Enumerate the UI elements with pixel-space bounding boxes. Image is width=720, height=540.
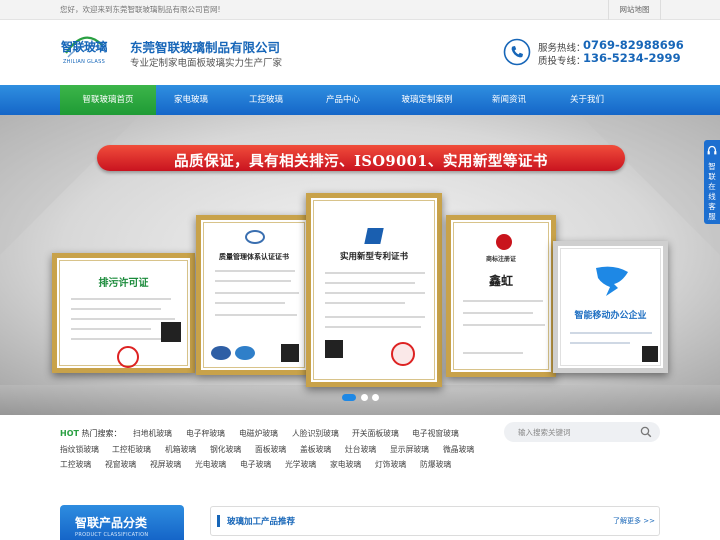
hot-tag[interactable]: 家电玻璃 — [330, 459, 361, 470]
hot-tag[interactable]: 开关面板玻璃 — [352, 428, 399, 439]
hot-tag[interactable]: 盖板玻璃 — [300, 444, 331, 455]
logo-subtext: ZHILIAN GLASS — [62, 59, 106, 65]
search-icon[interactable] — [640, 426, 652, 438]
certificate-title: 智能移动办公企业 — [574, 311, 647, 321]
product-category-header: 智联产品分类 PRODUCT CLASSIFICATION — [60, 505, 184, 540]
hot-tag[interactable]: 电子视窗玻璃 — [412, 428, 459, 439]
nav-item-industrial-glass[interactable]: 工控玻璃 — [230, 85, 302, 115]
recommended-products-title: 玻璃加工产品推荐 — [227, 517, 296, 527]
product-category-title: 智联产品分类 — [75, 516, 148, 530]
company-name: 东莞智联玻璃制品有限公司 — [130, 40, 281, 55]
nav-item-home[interactable]: 智联玻璃首页 — [60, 85, 156, 115]
welcome-text: 您好，欢迎来到东莞智联玻璃制品有限公司官网! — [60, 5, 221, 14]
sitemap-link[interactable]: 网站地图 — [608, 0, 661, 20]
phone-icon — [503, 38, 531, 66]
logo-text: 智联玻璃 — [60, 40, 108, 54]
certificate-title: 质量管理体系认证证书 — [219, 252, 289, 261]
hot-tag[interactable]: 面板玻璃 — [255, 444, 286, 455]
online-service-label: 智联在线客服 — [708, 162, 716, 221]
hot-tag[interactable]: 电子玻璃 — [240, 459, 271, 470]
hot-tag[interactable]: 电子秤玻璃 — [186, 428, 225, 439]
section-marker — [217, 515, 220, 527]
slider-dot[interactable] — [361, 394, 368, 401]
hot-tag[interactable]: 工控玻璃 — [60, 459, 91, 470]
company-slogan: 专业定制家电面板玻璃实力生产厂家 — [130, 58, 283, 69]
search-input[interactable]: 输入搜索关键词 — [518, 427, 571, 438]
hero-banner[interactable]: 品质保证，具有相关排污、ISO9001、实用新型等证书 排污许可证 质量管理体系… — [0, 115, 720, 415]
banner-headline: 品质保证，具有相关排污、ISO9001、实用新型等证书 — [174, 153, 548, 170]
certificate-title: 实用新型专利证书 — [339, 252, 408, 262]
hot-tag[interactable]: 人脸识别玻璃 — [292, 428, 339, 439]
certificate-iso9001: 质量管理体系认证证书 — [196, 215, 312, 375]
slider-dot[interactable] — [372, 394, 379, 401]
certificate-pollutant-permit: 排污许可证 — [52, 253, 195, 373]
hot-tag[interactable]: 显示屏玻璃 — [390, 444, 429, 455]
hot-search-section: HOT 热门搜索： 扫地机玻璃 电子秤玻璃 电磁炉玻璃 人脸识别玻璃 开关面板玻… — [0, 415, 720, 495]
hot-tag[interactable]: 防爆玻璃 — [420, 459, 451, 470]
search-box[interactable]: 输入搜索关键词 — [504, 422, 660, 442]
hotline-label: 服务热线： — [538, 43, 586, 54]
quality-line-label: 质投专线： — [538, 56, 586, 67]
hot-tag[interactable]: 微晶玻璃 — [443, 444, 474, 455]
hot-tag[interactable]: 灶台玻璃 — [345, 444, 376, 455]
headset-icon — [707, 145, 717, 155]
product-category-subtitle: PRODUCT CLASSIFICATION — [75, 532, 149, 538]
site-header: 智联玻璃 ZHILIAN GLASS 东莞智联玻璃制品有限公司 专业定制家电面板… — [0, 21, 720, 85]
hot-tag[interactable]: 光学玻璃 — [285, 459, 316, 470]
company-logo[interactable]: 智联玻璃 ZHILIAN GLASS — [60, 33, 108, 73]
hotline-number: 0769-82988696 — [583, 38, 684, 52]
online-service-tab[interactable]: 智联在线客服 — [704, 140, 720, 224]
nav-item-news[interactable]: 新闻资讯 — [472, 85, 546, 115]
hot-tag[interactable]: 指纹锁玻璃 — [60, 444, 99, 455]
hot-tag[interactable]: 扫地机玻璃 — [133, 428, 172, 439]
trademark-mark: 鑫虹 — [488, 274, 513, 288]
hot-tag[interactable]: 机箱玻璃 — [165, 444, 196, 455]
hot-tag[interactable]: 灯饰玻璃 — [375, 459, 406, 470]
hot-tag[interactable]: 光电玻璃 — [195, 459, 226, 470]
hot-tag[interactable]: 工控柜玻璃 — [112, 444, 151, 455]
slider-dot-active[interactable] — [342, 394, 356, 401]
certificate-title: 商标注册证 — [485, 256, 516, 263]
certificate-title: 排污许可证 — [98, 278, 149, 289]
nav-item-products[interactable]: 产品中心 — [306, 85, 380, 115]
hot-tag[interactable]: 电磁炉玻璃 — [239, 428, 278, 439]
learn-more-link[interactable]: 了解更多 >> — [613, 516, 655, 526]
main-nav: 智联玻璃首页 家电玻璃 工控玻璃 产品中心 玻璃定制案例 新闻资讯 关于我们 — [0, 85, 720, 115]
quality-line-number: 136-5234-2999 — [583, 51, 681, 65]
top-bar: 您好，欢迎来到东莞智联玻璃制品有限公司官网! 网站地图 — [0, 0, 720, 20]
certificate-utility-patent: 实用新型专利证书 — [306, 193, 442, 387]
nav-item-cases[interactable]: 玻璃定制案例 — [388, 85, 466, 115]
slider-dots — [342, 394, 382, 402]
hot-tag[interactable]: 钢化玻璃 — [210, 444, 241, 455]
certificate-trademark: 商标注册证 鑫虹 — [446, 215, 556, 377]
dingtalk-icon — [596, 266, 628, 296]
nav-item-appliance-glass[interactable]: 家电玻璃 — [156, 85, 226, 115]
hot-tag[interactable]: 视屏玻璃 — [150, 459, 181, 470]
recommended-products-header: 玻璃加工产品推荐 了解更多 >> — [210, 506, 660, 536]
hot-tag[interactable]: 视窗玻璃 — [105, 459, 136, 470]
nav-item-about[interactable]: 关于我们 — [550, 85, 624, 115]
hot-search-label: HOT 热门搜索： — [60, 429, 122, 438]
certificate-smart-office: 智能移动办公企业 — [553, 241, 668, 373]
